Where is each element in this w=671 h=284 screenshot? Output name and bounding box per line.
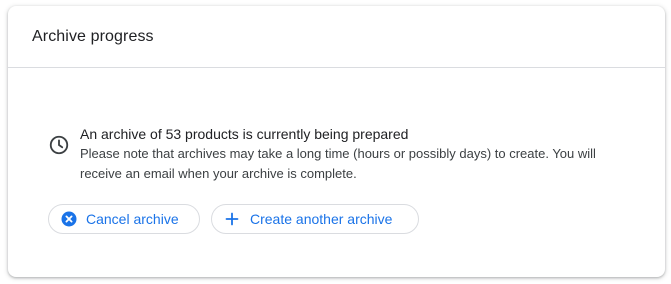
create-another-archive-button[interactable]: Create another archive <box>211 204 419 234</box>
archive-status-notice: An archive of 53 products is currently b… <box>48 124 640 184</box>
plus-icon <box>224 211 240 227</box>
cancel-circle-icon <box>61 211 77 227</box>
notice-text: An archive of 53 products is currently b… <box>80 124 640 184</box>
card-title: Archive progress <box>32 27 154 45</box>
cancel-archive-button[interactable]: Cancel archive <box>48 204 200 234</box>
notice-body-line-2: receive an email when your archive is co… <box>80 166 357 181</box>
clock-icon <box>49 135 69 155</box>
notice-body-line-1: Please note that archives may take a lon… <box>80 146 596 161</box>
card-header: Archive progress <box>8 6 665 68</box>
archive-progress-card: Archive progress An archive of 53 produc… <box>8 6 665 277</box>
create-another-archive-label: Create another archive <box>250 211 393 227</box>
cancel-archive-label: Cancel archive <box>86 211 179 227</box>
notice-headline: An archive of 53 products is currently b… <box>80 126 409 142</box>
archive-actions: Cancel archive Create another archive <box>48 204 419 234</box>
